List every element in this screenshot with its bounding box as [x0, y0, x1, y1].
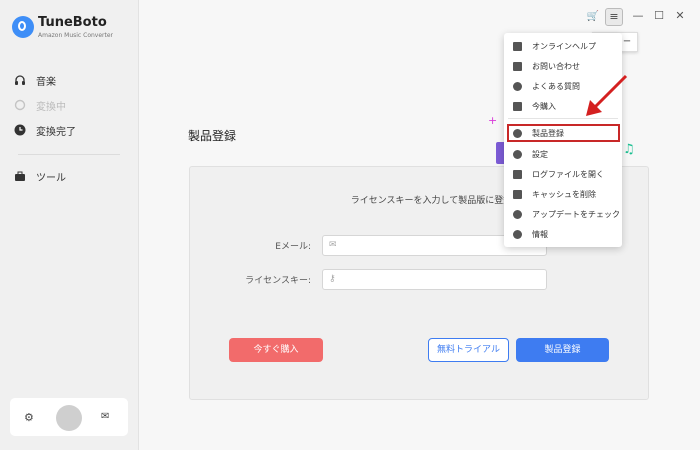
app-subtitle: Amazon Music Converter [38, 32, 114, 39]
key-icon: ⚷ [329, 274, 336, 284]
menu-item-settings[interactable]: 設定 [504, 144, 622, 164]
sidebar-item-tools[interactable]: ツール [14, 166, 66, 186]
menu-item-online-help[interactable]: オンラインヘルプ [504, 36, 622, 56]
sidebar-divider [18, 154, 120, 155]
email-label: Eメール: [275, 242, 311, 252]
license-key-label: ライセンスキー: [245, 276, 311, 286]
menu-item-label: 情報 [532, 229, 548, 239]
maximize-icon[interactable]: ☐ [652, 9, 666, 23]
info-icon [513, 229, 522, 239]
menu-item-label: オンラインヘルプ [532, 41, 596, 51]
cart-icon[interactable]: 🛒 [586, 10, 600, 24]
refresh-icon [513, 209, 522, 219]
registration-prompt: ライセンスキーを入力して製品版に登録します [350, 196, 540, 206]
menu-item-label: 設定 [532, 149, 548, 159]
sidebar [0, 0, 139, 450]
cart-icon [513, 101, 522, 111]
sidebar-item-converting[interactable]: 変換中 [14, 95, 66, 115]
gear-icon [513, 149, 522, 159]
sidebar-item-label: ツール [36, 172, 66, 184]
minimize-icon[interactable]: — [631, 9, 645, 23]
license-key-field[interactable]: ⚷ [322, 269, 547, 290]
app-title: TuneBoto [38, 15, 107, 30]
menu-item-clear-cache[interactable]: キャッシュを削除 [504, 184, 622, 204]
menu-item-open-log[interactable]: ログファイルを開く [504, 164, 622, 184]
broom-icon [513, 189, 522, 199]
menu-item-label: ログファイルを開く [532, 169, 604, 179]
sidebar-item-label: 変換中 [36, 101, 66, 113]
graduation-cap-icon [513, 41, 522, 51]
mail-icon[interactable]: ✉ [101, 411, 109, 422]
menu-item-info[interactable]: 情報 [504, 224, 622, 244]
menu-item-label: アップデートをチェック [532, 209, 620, 219]
app-logo-icon [12, 16, 34, 38]
register-button[interactable]: 製品登録 [516, 338, 609, 362]
page-title: 製品登録 [188, 129, 237, 143]
close-icon[interactable]: ✕ [673, 9, 687, 23]
menu-item-check-update[interactable]: アップデートをチェック [504, 204, 622, 224]
sync-icon [14, 99, 26, 111]
mail-icon: ✉ [329, 240, 337, 250]
menu-item-label: よくある質問 [532, 81, 580, 91]
sidebar-item-label: 変換完了 [36, 126, 76, 138]
annotation-arrow-icon [586, 74, 628, 116]
free-trial-button[interactable]: 無料トライアル [428, 338, 509, 362]
gear-icon[interactable]: ⚙ [24, 411, 34, 424]
avatar[interactable] [56, 405, 82, 431]
buy-now-button[interactable]: 今すぐ購入 [229, 338, 323, 362]
document-icon [513, 169, 522, 179]
music-note-icon: ♫ [623, 142, 635, 157]
sidebar-item-label: 音楽 [36, 76, 56, 88]
phone-icon [513, 61, 522, 71]
sparkle-decoration: + [488, 114, 498, 127]
menu-item-label: お問い合わせ [532, 61, 580, 71]
menu-item-label: 今購入 [532, 101, 556, 111]
clock-icon [14, 124, 26, 136]
sidebar-item-music[interactable]: 音楽 [14, 70, 56, 90]
highlight-box [507, 124, 620, 142]
sidebar-item-converted[interactable]: 変換完了 [14, 120, 76, 140]
menu-icon[interactable]: ≡ [605, 8, 623, 26]
headphones-icon [14, 74, 26, 86]
toolbox-icon [14, 170, 26, 182]
menu-item-label: キャッシュを削除 [532, 189, 596, 199]
question-icon [513, 81, 522, 91]
